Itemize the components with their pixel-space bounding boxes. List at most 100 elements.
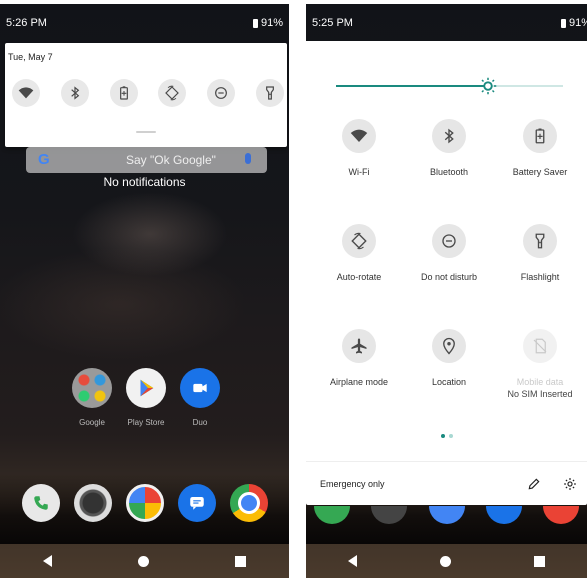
- tile-do-not-disturb[interactable]: Do not disturb: [401, 224, 497, 283]
- phone-app-icon[interactable]: [22, 484, 60, 522]
- tile-label: Location: [431, 377, 467, 387]
- shade-date: Tue, May 7: [8, 52, 53, 62]
- recents-icon[interactable]: [235, 555, 246, 567]
- dock: [22, 484, 268, 522]
- google-search-bar[interactable]: G Say "Ok Google": [26, 147, 267, 173]
- nav-bar: [306, 544, 587, 578]
- quick-settings-screen: 5:25 PM 91%: [306, 4, 587, 578]
- mic-icon[interactable]: [245, 153, 251, 164]
- wifi-icon: [350, 129, 368, 142]
- battery-saver-tile[interactable]: [109, 79, 138, 107]
- tile-battery-saver[interactable]: Battery Saver: [492, 119, 587, 178]
- messages-app-icon[interactable]: [178, 484, 216, 522]
- tiles-row-1: Wi-Fi Bluetooth Battery Saver: [306, 119, 587, 224]
- tile-do-not-disturb-circle[interactable]: [432, 224, 466, 258]
- camera-app-icon[interactable]: [74, 484, 112, 522]
- duo-icon: [180, 368, 220, 408]
- tile-wifi[interactable]: Wi-Fi: [311, 119, 407, 178]
- bluetooth-icon: [444, 128, 454, 144]
- status-battery: 91%: [252, 17, 283, 29]
- app-label: Duo: [192, 418, 208, 427]
- recents-icon[interactable]: [534, 555, 546, 567]
- status-bar: 5:25 PM 91%: [306, 4, 587, 40]
- battery-saver-icon: [535, 128, 545, 144]
- app-label: Play Store: [127, 418, 165, 427]
- shade-drag-handle[interactable]: [136, 131, 156, 133]
- quick-tiles-row: [12, 79, 284, 107]
- auto-rotate-tile[interactable]: [158, 79, 187, 107]
- tile-flashlight[interactable]: Flashlight: [492, 224, 587, 283]
- tile-label: Battery Saver: [512, 167, 568, 177]
- page-indicator: [306, 434, 587, 438]
- wifi-tile[interactable]: [12, 79, 40, 107]
- tile-label: Airplane mode: [329, 377, 389, 387]
- tile-auto-rotate[interactable]: Auto-rotate: [311, 224, 407, 283]
- bluetooth-tile[interactable]: [60, 79, 89, 107]
- location-icon: [443, 337, 455, 355]
- tile-mobile-data-circle[interactable]: [523, 329, 557, 363]
- tile-airplane-mode-circle[interactable]: [342, 329, 376, 363]
- back-icon[interactable]: [347, 555, 357, 567]
- quick-settings-footer: Emergency only: [306, 461, 587, 506]
- tile-wifi-circle[interactable]: [342, 119, 376, 153]
- quick-settings-mini[interactable]: Tue, May 7: [5, 43, 287, 147]
- app-label: Google: [79, 418, 105, 427]
- auto-rotate-icon: [351, 232, 367, 250]
- settings-gear-icon[interactable]: [563, 477, 577, 491]
- quick-tiles-grid: Wi-Fi Bluetooth Battery Saver Auto-rotat…: [306, 119, 587, 434]
- google-folder-icon: [72, 368, 112, 408]
- google-logo: G: [38, 151, 50, 168]
- status-time: 5:26 PM: [6, 17, 47, 29]
- dock-peek: [314, 506, 579, 526]
- flashlight-tile[interactable]: [255, 79, 284, 107]
- tile-battery-saver-circle[interactable]: [523, 119, 557, 153]
- chrome-app-icon[interactable]: [230, 484, 268, 522]
- back-icon[interactable]: [43, 555, 52, 567]
- quick-settings-panel: Wi-Fi Bluetooth Battery Saver Auto-rotat…: [306, 41, 587, 505]
- photos-app-icon[interactable]: [126, 484, 164, 522]
- no-notifications-text: No notifications: [103, 175, 186, 189]
- status-battery: 91%: [560, 17, 587, 29]
- tile-airplane-mode[interactable]: Airplane mode: [311, 329, 407, 388]
- battery-percent: 91%: [260, 17, 283, 29]
- tile-auto-rotate-circle[interactable]: [342, 224, 376, 258]
- edit-pencil-icon[interactable]: [527, 477, 541, 491]
- app-play-store[interactable]: Play Store: [126, 368, 166, 428]
- emergency-status: Emergency only: [320, 479, 385, 489]
- home-icon[interactable]: [439, 555, 451, 567]
- tile-label: Bluetooth: [429, 167, 469, 177]
- do-not-disturb-icon: [442, 234, 456, 248]
- page-dot: [448, 434, 453, 438]
- brightness-slider[interactable]: [336, 77, 563, 95]
- tile-label: Do not disturb: [420, 272, 478, 282]
- do-not-disturb-tile[interactable]: [207, 79, 236, 107]
- tile-location-circle[interactable]: [432, 329, 466, 363]
- nav-bar: [0, 544, 289, 578]
- tile-flashlight-circle[interactable]: [523, 224, 557, 258]
- battery-icon: [560, 18, 566, 28]
- tile-label: Flashlight: [520, 272, 560, 282]
- tile-bluetooth-circle[interactable]: [432, 119, 466, 153]
- app-duo[interactable]: Duo: [180, 368, 220, 428]
- tile-sublabel: No SIM Inserted: [507, 389, 573, 399]
- play-store-icon: [126, 368, 166, 408]
- tile-location[interactable]: Location: [401, 329, 497, 388]
- tile-mobile-data[interactable]: Mobile data No SIM Inserted: [492, 329, 587, 400]
- no-sim-icon: [533, 338, 547, 354]
- flashlight-icon: [266, 86, 274, 100]
- tiles-row-2: Auto-rotate Do not disturb Flashlight: [306, 224, 587, 329]
- bluetooth-icon: [71, 86, 80, 100]
- auto-rotate-icon: [165, 85, 180, 101]
- tile-bluetooth[interactable]: Bluetooth: [401, 119, 497, 178]
- wifi-icon: [18, 87, 34, 99]
- brightness-icon[interactable]: [479, 77, 497, 95]
- home-apps-row: Google Play Store Duo: [72, 368, 220, 428]
- brightness-fill: [336, 85, 489, 87]
- app-google[interactable]: Google: [72, 368, 112, 428]
- airplane-icon: [351, 338, 367, 354]
- home-icon[interactable]: [138, 555, 149, 567]
- tile-label: Wi-Fi: [348, 167, 370, 177]
- search-hint: Say "Ok Google": [126, 153, 216, 167]
- do-not-disturb-icon: [215, 87, 228, 99]
- battery-icon: [252, 18, 258, 28]
